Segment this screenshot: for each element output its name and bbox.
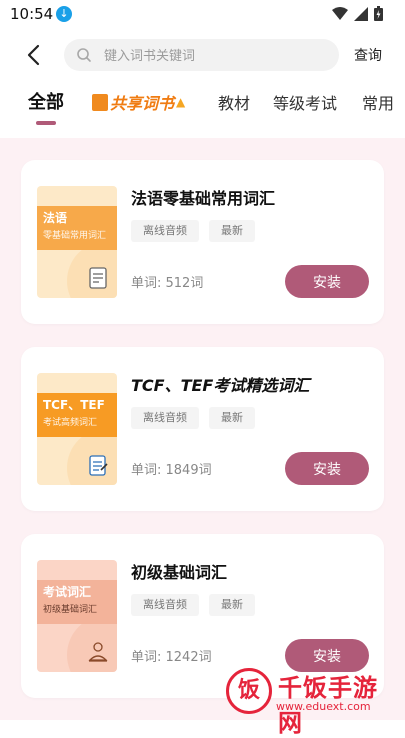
search-bar-row: 查询 [0, 38, 405, 73]
wifi-icon [332, 6, 348, 20]
scroll-icon [89, 267, 107, 289]
tag-latest: 最新 [209, 220, 255, 242]
tag-latest: 最新 [209, 407, 255, 429]
word-count: 单词: 512词 [131, 276, 204, 291]
tag-latest: 最新 [209, 594, 255, 616]
status-time: 10:54 [10, 5, 54, 23]
book-title: TCF、TEF考试精选词汇 [131, 376, 310, 395]
search-icon [77, 48, 91, 62]
status-bar: 10:54 ↓ [0, 0, 405, 30]
book-cover: TCF、TEF 考试高频词汇 [37, 373, 117, 485]
tab-textbook[interactable]: 教材 [218, 90, 250, 114]
book-card[interactable]: TCF、TEF 考试高频词汇 TCF、TEF考试精选词汇 离线音频 最新 单词:… [21, 347, 384, 511]
tag-offline-audio: 离线音频 [131, 407, 199, 429]
active-tab-indicator [36, 121, 56, 125]
cover-title: 考试词汇 [43, 585, 92, 599]
battery-icon [374, 6, 383, 21]
query-button[interactable]: 查询 [354, 45, 382, 65]
search-input[interactable] [102, 39, 331, 73]
tab-common[interactable]: 常用 [362, 90, 394, 114]
download-icon: ↓ [56, 6, 72, 22]
book-title: 法语零基础常用词汇 [131, 189, 276, 208]
install-button[interactable]: 安装 [285, 452, 369, 485]
status-icons [332, 6, 383, 21]
install-button[interactable]: 安装 [285, 265, 369, 298]
reading-person-icon [88, 642, 108, 662]
back-arrow-icon[interactable] [22, 42, 46, 68]
book-list: 法语 零基础常用词汇 法语零基础常用词汇 离线音频 最新 单词: 512词 安装… [0, 138, 405, 720]
search-box[interactable] [64, 39, 339, 73]
cover-title: TCF、TEF [43, 398, 105, 412]
notebook-icon [89, 455, 108, 476]
book-title: 初级基础词汇 [131, 563, 228, 582]
cover-band: 考试词汇 初级基础词汇 [37, 580, 117, 624]
cover-subtitle: 零基础常用词汇 [43, 231, 107, 241]
book-card[interactable]: 法语 零基础常用词汇 法语零基础常用词汇 离线音频 最新 单词: 512词 安装 [21, 160, 384, 324]
tab-level-exam[interactable]: 等级考试 [273, 90, 337, 114]
tab-shared-books-label: 共享词书 [110, 94, 175, 113]
watermark: 饭 千饭手游网 www.eduext.com [226, 664, 401, 737]
book-cover: 考试词汇 初级基础词汇 [37, 560, 117, 672]
watermark-url: www.eduext.com [276, 700, 371, 713]
book-cover: 法语 零基础常用词汇 [37, 186, 117, 298]
tag-offline-audio: 离线音频 [131, 594, 199, 616]
tab-shared-books[interactable]: 共享词书 ▲ [92, 90, 185, 114]
cover-band: TCF、TEF 考试高频词汇 [37, 393, 117, 437]
book-icon [92, 93, 108, 111]
word-count: 单词: 1849词 [131, 463, 212, 478]
cover-band: 法语 零基础常用词汇 [37, 206, 117, 250]
word-count: 单词: 1242词 [131, 650, 212, 665]
category-tabs: 全部 共享词书 ▲ 教材 等级考试 常用 [0, 84, 405, 128]
signal-icon [354, 6, 368, 21]
fire-icon: ▲ [176, 95, 186, 109]
tab-all[interactable]: 全部 [28, 88, 64, 114]
cover-subtitle: 考试高频词汇 [43, 418, 98, 428]
watermark-logo: 饭 [226, 668, 272, 714]
cover-title: 法语 [43, 211, 68, 225]
tag-offline-audio: 离线音频 [131, 220, 199, 242]
cover-subtitle: 初级基础词汇 [43, 605, 98, 615]
